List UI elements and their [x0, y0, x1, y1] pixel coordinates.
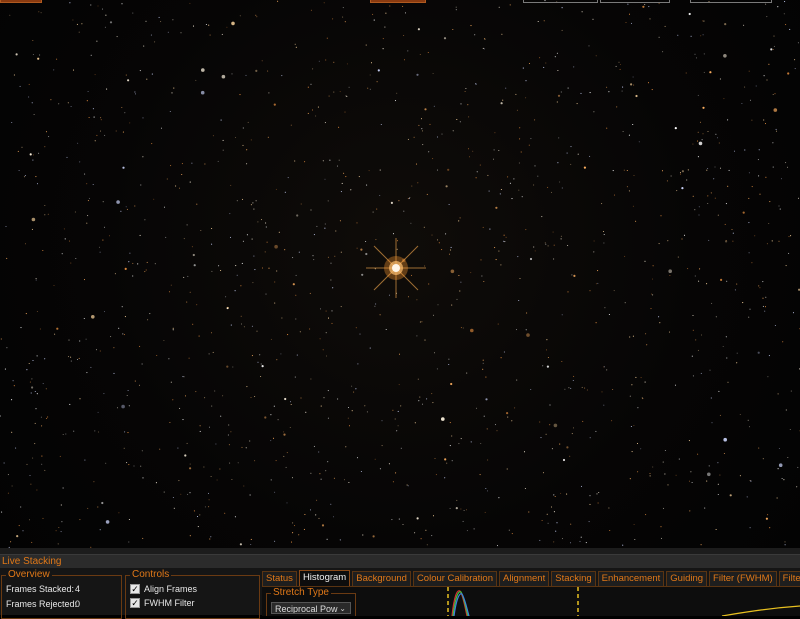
toolbar-edge: [0, 0, 42, 3]
toolbar-edge: [600, 0, 670, 3]
tab-histogram[interactable]: Histogram: [298, 570, 351, 587]
histogram-tab-content: Stretch Type Reciprocal Pow ⌄: [262, 586, 800, 616]
fwhm-filter-checkbox[interactable]: ✓: [130, 598, 140, 608]
star-field-image: [0, 0, 800, 548]
controls-group: Controls ✓ Align Frames ✓ FWHM Filter: [125, 569, 260, 619]
image-viewer[interactable]: [0, 0, 800, 548]
frames-stacked-value: 4: [75, 584, 81, 594]
toolbar-edge: [370, 0, 426, 3]
frames-stacked-label: Frames Stacked:: [6, 584, 75, 594]
frames-rejected-label: Frames Rejected:: [6, 599, 78, 609]
bright-star: [366, 238, 426, 298]
tab-background[interactable]: Background: [352, 571, 411, 587]
checkmark-icon: ✓: [131, 584, 139, 594]
tab-status[interactable]: Status: [262, 571, 297, 587]
overview-label: Overview: [6, 569, 52, 581]
fwhm-filter-label: FWHM Filter: [144, 598, 195, 608]
tab-enhancement[interactable]: Enhancement: [597, 571, 665, 587]
tab-bar: Status Histogram Background Colour Calib…: [262, 570, 800, 587]
tab-colour-calibration[interactable]: Colour Calibration: [412, 571, 497, 587]
controls-label: Controls: [130, 569, 172, 581]
checkmark-icon: ✓: [131, 598, 139, 608]
tab-guiding[interactable]: Guiding: [666, 571, 708, 587]
tab-filter-fwhm[interactable]: Filter (FWHM): [709, 571, 777, 587]
frames-rejected-value: 0: [75, 599, 81, 609]
tab-stacking[interactable]: Stacking: [551, 571, 596, 587]
live-stacking-panel: Live Stacking Overview Frames Stacked: 4…: [0, 554, 800, 619]
align-frames-label: Align Frames: [144, 584, 198, 594]
overview-group: Overview Frames Stacked: 4 Frames Reject…: [1, 569, 122, 619]
tab-filter-brightness[interactable]: Filter (Bright: [778, 571, 800, 587]
toolbar-edge: [523, 0, 598, 3]
stretch-curve: [721, 605, 800, 616]
tab-alignment[interactable]: Alignment: [498, 571, 550, 587]
toolbar-edge: [690, 0, 772, 3]
align-frames-checkbox[interactable]: ✓: [130, 584, 140, 594]
panel-title: Live Stacking: [0, 555, 800, 568]
histogram-plot[interactable]: [262, 587, 800, 616]
